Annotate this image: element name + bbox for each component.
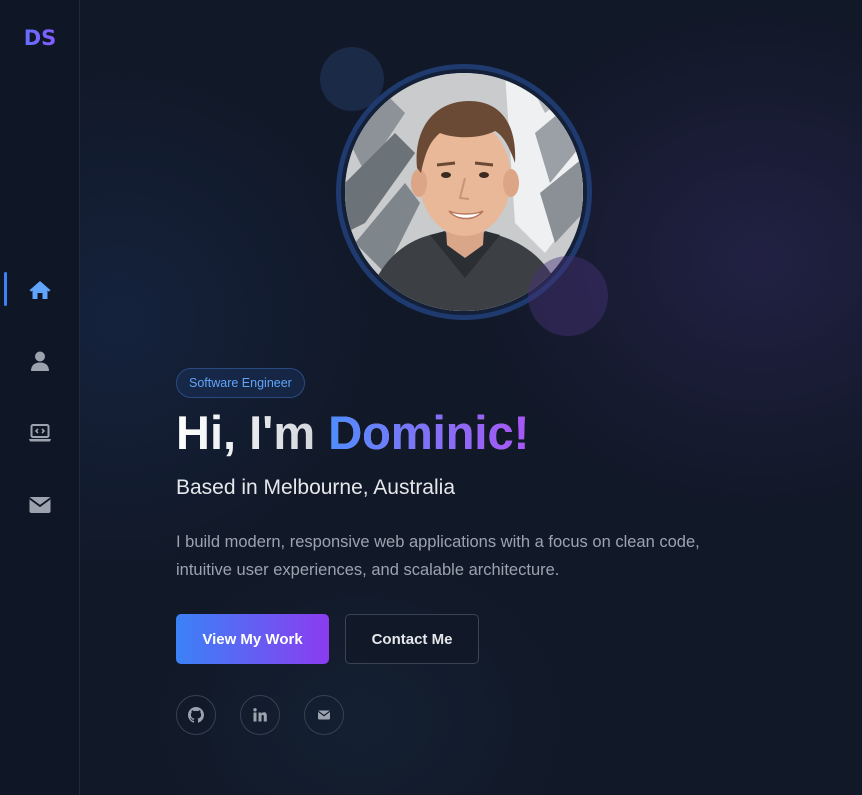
view-work-button[interactable]: View My Work bbox=[176, 614, 329, 664]
page: DS Software Engineer Hi, I'm Dominic! Ba… bbox=[0, 0, 862, 795]
greeting-text: Hi, I'm bbox=[176, 406, 329, 459]
github-icon bbox=[188, 707, 204, 723]
home-icon bbox=[29, 281, 51, 299]
contact-me-button[interactable]: Contact Me bbox=[345, 614, 479, 664]
envelope-icon bbox=[29, 497, 51, 513]
linkedin-link[interactable] bbox=[240, 695, 280, 735]
linkedin-icon bbox=[253, 708, 267, 722]
sidebar-item-projects[interactable] bbox=[0, 411, 80, 455]
role-badge: Software Engineer bbox=[176, 368, 305, 398]
active-indicator bbox=[4, 272, 7, 306]
mail-icon bbox=[317, 710, 331, 720]
github-link[interactable] bbox=[176, 695, 216, 735]
bio-line: I build modern, responsive web applicati… bbox=[176, 533, 700, 551]
sidebar-item-about[interactable] bbox=[0, 339, 80, 383]
bio-text: I build modern, responsive web applicati… bbox=[176, 528, 776, 584]
logo[interactable]: DS bbox=[0, 26, 80, 50]
laptop-code-icon bbox=[29, 424, 51, 442]
hero-headline: Hi, I'm Dominic! bbox=[176, 405, 529, 461]
decorative-bubble bbox=[528, 256, 608, 336]
mail-link[interactable] bbox=[304, 695, 344, 735]
location-text: Based in Melbourne, Australia bbox=[176, 476, 455, 499]
bio-line: intuitive user experiences, and scalable… bbox=[176, 561, 560, 579]
sidebar: DS bbox=[0, 0, 80, 795]
user-icon bbox=[31, 351, 49, 371]
sidebar-item-contact[interactable] bbox=[0, 483, 80, 527]
sidebar-item-home[interactable] bbox=[0, 268, 80, 312]
name-text: Dominic! bbox=[328, 406, 530, 459]
